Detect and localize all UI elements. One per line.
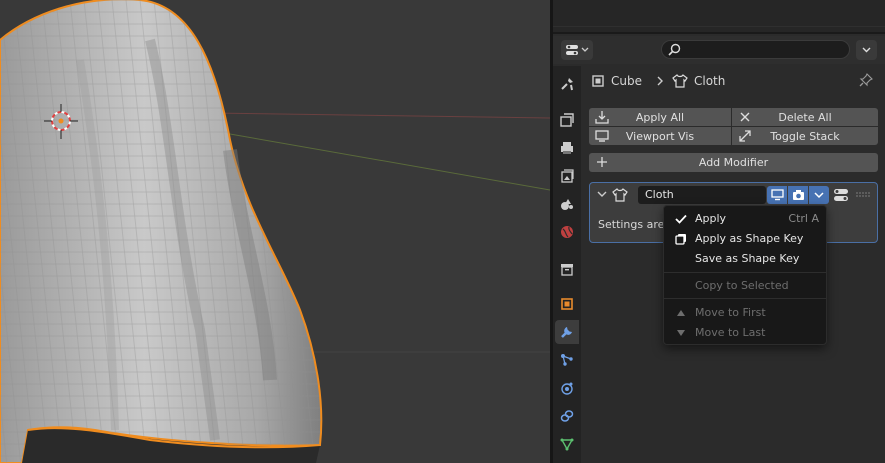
chevron-down-icon <box>862 47 871 53</box>
constraints-tab[interactable] <box>555 404 579 428</box>
properties-tabs <box>553 66 581 463</box>
show-in-viewport-button[interactable] <box>767 186 787 204</box>
apply-all-button[interactable]: Apply All <box>589 108 731 126</box>
modifier-name-field[interactable]: Cloth <box>638 186 766 204</box>
object-icon <box>592 75 604 87</box>
show-in-render-button[interactable] <box>788 186 808 204</box>
properties-editor-icon <box>566 45 578 55</box>
search-icon <box>668 43 681 56</box>
modifier-dropdown-menu: Apply Ctrl A Apply as Shape Key Save as … <box>663 205 827 345</box>
shortcut-label: Ctrl A <box>788 212 819 225</box>
breadcrumb: Cube Cloth <box>591 73 725 89</box>
monitor-icon <box>770 189 784 201</box>
viewport-vis-label: Viewport Vis <box>625 129 695 143</box>
drag-handle-icon[interactable] <box>856 192 870 197</box>
outliner-area[interactable] <box>553 0 885 34</box>
menu-item-label: Move to First <box>695 306 766 319</box>
cloth-icon <box>672 74 688 88</box>
physics-icon <box>561 382 573 395</box>
mesh-data-icon <box>560 438 574 451</box>
output-icon <box>561 142 573 154</box>
pin-button[interactable] <box>859 73 873 90</box>
delete-all-label: Delete All <box>778 110 832 124</box>
plus-icon <box>597 157 607 167</box>
apply-all-label: Apply All <box>635 110 685 124</box>
modifier-icon <box>561 327 572 338</box>
menu-item-move-last[interactable]: Move to Last <box>664 323 826 343</box>
data-tab[interactable] <box>555 432 579 456</box>
menu-item-apply[interactable]: Apply Ctrl A <box>664 209 826 229</box>
output-tab[interactable] <box>555 136 579 160</box>
viewport-vis-button[interactable]: Viewport Vis <box>589 127 731 145</box>
constraints-icon <box>560 410 574 422</box>
delete-all-button[interactable]: Delete All <box>732 108 878 126</box>
editor-type-button[interactable] <box>561 40 593 60</box>
fullscreen-icon <box>739 130 751 142</box>
object-icon <box>561 298 573 310</box>
toggle-icon[interactable] <box>833 188 849 202</box>
view-layer-tab[interactable] <box>555 164 579 188</box>
particles-icon <box>561 354 573 366</box>
menu-item-save-shape-key[interactable]: Save as Shape Key <box>664 249 826 269</box>
menu-separator <box>664 298 826 299</box>
toggle-stack-label: Toggle Stack <box>770 129 840 143</box>
3d-viewport[interactable] <box>0 0 550 463</box>
physics-tab[interactable] <box>555 376 579 400</box>
checkmark-icon <box>675 214 687 224</box>
chevron-down-icon <box>814 191 824 198</box>
scene-tab[interactable] <box>555 192 579 216</box>
modifier-tab[interactable] <box>555 320 579 344</box>
menu-item-move-first[interactable]: Move to First <box>664 303 826 323</box>
options-dropdown-button[interactable] <box>856 40 877 60</box>
scene-icon <box>561 199 573 210</box>
cloth-icon <box>612 188 628 202</box>
breadcrumb-object: Cube <box>611 74 642 88</box>
menu-item-label: Move to Last <box>695 326 766 339</box>
world-icon <box>561 226 573 238</box>
modifier-menu-dropdown[interactable] <box>809 186 829 204</box>
shape-key-icon <box>675 234 686 245</box>
view-layer-icon <box>561 169 574 183</box>
menu-item-label: Apply <box>695 212 727 225</box>
render-tab[interactable] <box>555 108 579 132</box>
menu-item-apply-shape-key[interactable]: Apply as Shape Key <box>664 229 826 249</box>
object-tab[interactable] <box>555 292 579 316</box>
triangle-down-icon <box>677 330 685 336</box>
tool-icon <box>561 78 573 91</box>
menu-item-label: Copy to Selected <box>695 279 789 292</box>
render-icon <box>560 113 574 127</box>
import-icon <box>595 111 609 124</box>
chevron-right-icon <box>657 76 663 86</box>
menu-separator <box>664 272 826 273</box>
menu-item-label: Save as Shape Key <box>695 252 800 265</box>
world-tab[interactable] <box>555 220 579 244</box>
camera-icon <box>792 190 804 200</box>
pin-icon <box>859 73 873 87</box>
breadcrumb-modifier: Cloth <box>693 74 726 88</box>
menu-item-label: Apply as Shape Key <box>695 232 804 245</box>
tool-tab[interactable] <box>555 72 579 96</box>
modifier-header[interactable]: Cloth <box>590 183 877 207</box>
add-modifier-button[interactable]: Add Modifier <box>589 153 878 172</box>
particles-tab[interactable] <box>555 348 579 372</box>
chevron-down-icon[interactable] <box>597 191 607 199</box>
properties-header <box>553 36 885 64</box>
search-input[interactable] <box>686 42 846 57</box>
x-icon <box>740 112 750 122</box>
collection-tab[interactable] <box>555 257 579 281</box>
collection-icon <box>561 264 573 276</box>
monitor-icon <box>595 130 609 142</box>
viewport-scene <box>0 0 550 463</box>
menu-item-copy-selected[interactable]: Copy to Selected <box>664 276 826 296</box>
add-modifier-label: Add Modifier <box>698 156 769 169</box>
search-box[interactable] <box>661 40 850 59</box>
toggle-stack-button[interactable]: Toggle Stack <box>732 127 878 145</box>
chevron-down-icon <box>581 47 589 52</box>
settings-message: Settings are <box>598 218 665 231</box>
triangle-up-icon <box>677 310 685 316</box>
